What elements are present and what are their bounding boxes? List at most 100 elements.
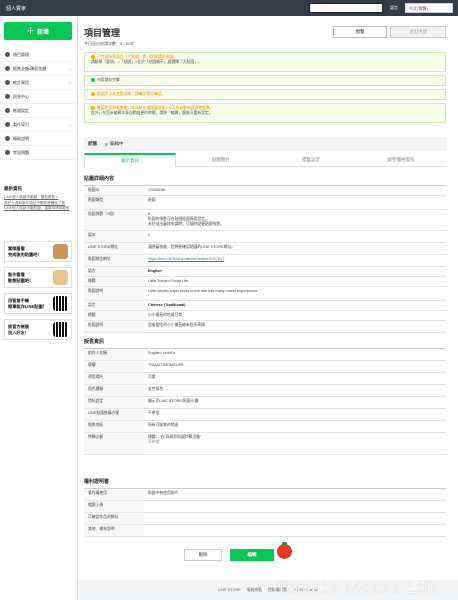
sidebar: ＋新增 項目管理 販售金額/匯款金額 ⌄ 統計資訊 ⌄ 訊息中心 帳號設定 製作導引…	[0, 16, 78, 600]
brand-label: 個人賣家	[6, 5, 27, 12]
news-link[interactable]: LINE個人原創市集貼圖，重要申請規範的	[4, 206, 74, 212]
help-icon	[5, 150, 10, 155]
doc-icon	[5, 136, 10, 141]
promo-text: 動態貼圖吧！	[8, 277, 34, 283]
delete-button[interactable]: 刪除	[184, 549, 222, 561]
new-button[interactable]: ＋新增	[4, 22, 72, 40]
sidebar-item-faq[interactable]: 常見問題	[0, 146, 78, 160]
field-value	[144, 513, 446, 524]
field-note: 不參加	[148, 440, 160, 444]
field-label: 貼圖類型	[84, 196, 144, 209]
alert-text: 內容儲存完畢	[97, 78, 120, 82]
sidebar-item-messages[interactable]: 訊息中心	[0, 90, 78, 104]
field-label: 其他、補充說明	[84, 525, 144, 536]
user-icon	[5, 108, 10, 113]
field-label: 創作人名稱	[84, 349, 144, 360]
promo-banner[interactable]: 製作看看 動態貼圖吧！	[4, 267, 72, 288]
section-title: 販售資訊	[84, 339, 105, 345]
field-value: Little tomato super loves to eat and has…	[148, 289, 259, 293]
alert-text: 貼圖大小未完整反映，請確認是否確認。	[97, 92, 166, 96]
field-value: 1	[148, 233, 151, 237]
footer-link[interactable]: LINE STORE	[218, 588, 241, 592]
promo-banner[interactable]: 實際看看 完成後的貼圖吧！	[4, 241, 72, 262]
field-label: 貼圖說明	[84, 321, 144, 332]
chevron-down-icon: ⌄	[68, 122, 72, 127]
edit-button[interactable]: 編輯	[230, 549, 274, 561]
tab-price-info[interactable]: 販售價格資訊	[356, 153, 446, 167]
field-label: 適用場所	[84, 373, 144, 384]
sidebar-item-label: 服務說明	[13, 135, 29, 141]
tab-tag-settings[interactable]: 標籤設定	[266, 153, 356, 167]
search-input[interactable]	[309, 3, 383, 13]
list-icon	[5, 52, 10, 57]
field-value: English: LinfaFu	[148, 351, 176, 355]
field-label: 版本	[84, 231, 144, 242]
promo-banner[interactable]: 用智慧手機 簡單製作LINE貼圖！	[4, 293, 72, 314]
sidebar-item-stats[interactable]: 統計資訊 ⌄	[0, 76, 78, 90]
sidebar-item-guide[interactable]: 製作導引 ⌄	[0, 118, 78, 132]
field-value: 小小番茄的吃貨日常	[148, 313, 183, 317]
sidebar-item-label: 製作導引	[13, 121, 29, 127]
submit-button[interactable]: 送出申請	[390, 26, 446, 38]
sidebar-nav: 項目管理 販售金額/匯款金額 ⌄ 統計資訊 ⌄ 訊息中心 帳號設定 製作導引 ⌄ 服務…	[0, 48, 78, 160]
sidebar-item-label: 訊息中心	[13, 93, 29, 99]
check-icon	[91, 78, 95, 82]
tomato-sticker-icon	[277, 542, 292, 559]
preview-button[interactable]: 預覽	[333, 26, 387, 38]
news-title: 最新資訊	[4, 186, 22, 191]
field-value: 可愛	[148, 375, 156, 379]
field-label: 特輯企劃	[84, 433, 144, 454]
language-label: 語言	[390, 5, 398, 10]
warning-icon	[91, 92, 95, 96]
phone-qr-icon	[53, 296, 68, 311]
sidebar-item-label: 統計資訊	[13, 79, 29, 85]
field-note: 未於送出審核申請時，可隨時變更貼圖張數。	[148, 222, 224, 226]
promo-text: 簡單製作LINE貼圖！	[8, 303, 47, 309]
field-label: 版權	[84, 361, 144, 372]
field-value	[144, 525, 446, 536]
animated-sticker-icon	[53, 270, 68, 285]
sidebar-item-label: 帳號設定	[13, 107, 29, 113]
field-label: 貼圖張數（1組）	[84, 210, 144, 230]
sidebar-item-service[interactable]: 服務說明	[0, 132, 78, 146]
field-value: 貼圖	[148, 198, 156, 202]
sidebar-item-project-management[interactable]: 項目管理	[0, 48, 78, 62]
footer-link[interactable]: 服務規範	[247, 588, 262, 593]
field-label: 語言	[84, 267, 144, 276]
coin-icon	[5, 66, 10, 71]
promo-text: 完成後的貼圖吧！	[8, 251, 42, 257]
field-value: 17528238	[148, 188, 165, 192]
sidebar-item-account[interactable]: 帳號設定	[0, 104, 78, 118]
field-label: 貼圖說明	[84, 287, 144, 300]
section-title: 權利證明書	[84, 479, 110, 485]
status-label: 狀態	[88, 141, 97, 146]
field-label: 檔案上傳	[84, 501, 144, 512]
language-select[interactable]: 中文(繁體)	[405, 3, 453, 13]
sidebar-item-label: 販售金額/匯款金額	[13, 65, 47, 71]
field-label: 隱私設定	[84, 397, 144, 408]
chart-icon	[5, 80, 10, 85]
sales-table: 創作人名稱 English: LinfaFu 版權 TOMATOMOMSLIFE 適…	[84, 348, 446, 455]
tab-bar: 顯示資訊 貼圖圖片 標籤設定 販售價格資訊	[84, 153, 446, 167]
promo-banner[interactable]: 將官方帳號 加入好友！	[4, 319, 72, 340]
field-label: LINE貼圖推薦方案	[84, 409, 144, 420]
sticker-preview-link[interactable]: https://line.me/S/shop/sticker/author/10…	[148, 257, 224, 261]
bell-icon	[5, 94, 10, 99]
alert-warning: 貼圖大小未完整反映，請確認是否確認。	[84, 89, 446, 100]
tab-display-info[interactable]: 顯示資訊	[84, 153, 176, 167]
tab-sticker-images[interactable]: 貼圖圖片	[176, 153, 266, 167]
field-value: 不參加	[148, 411, 160, 415]
field-label: 可確認作品的網址	[84, 513, 144, 524]
status-bar: 狀態 編輯中	[84, 137, 446, 151]
field-label: 貼圖預告網址	[84, 255, 144, 266]
field-value: 顯示於LINE STORE/貼圖小鋪	[148, 399, 199, 403]
status-value: 編輯中	[110, 141, 124, 146]
field-value: 通過審核後，您將能確認貼圖的LINE STORE網址。	[148, 245, 236, 249]
field-value: 超級愛吃的小小番茄擁有很多表情	[148, 323, 205, 327]
submission-count: 今日送出申請次數：0 / 30次	[84, 41, 135, 46]
top-bar: 個人賣家 語言 中文(繁體)	[0, 0, 458, 16]
sidebar-item-label: 項目管理	[13, 51, 29, 57]
sidebar-item-sales[interactable]: 販售金額/匯款金額 ⌄	[0, 62, 78, 76]
alert-text: 確認是否需販售後，本項將在通過審核後3~5天內自動為您變更販售。	[97, 106, 214, 110]
warning-icon	[91, 106, 95, 110]
